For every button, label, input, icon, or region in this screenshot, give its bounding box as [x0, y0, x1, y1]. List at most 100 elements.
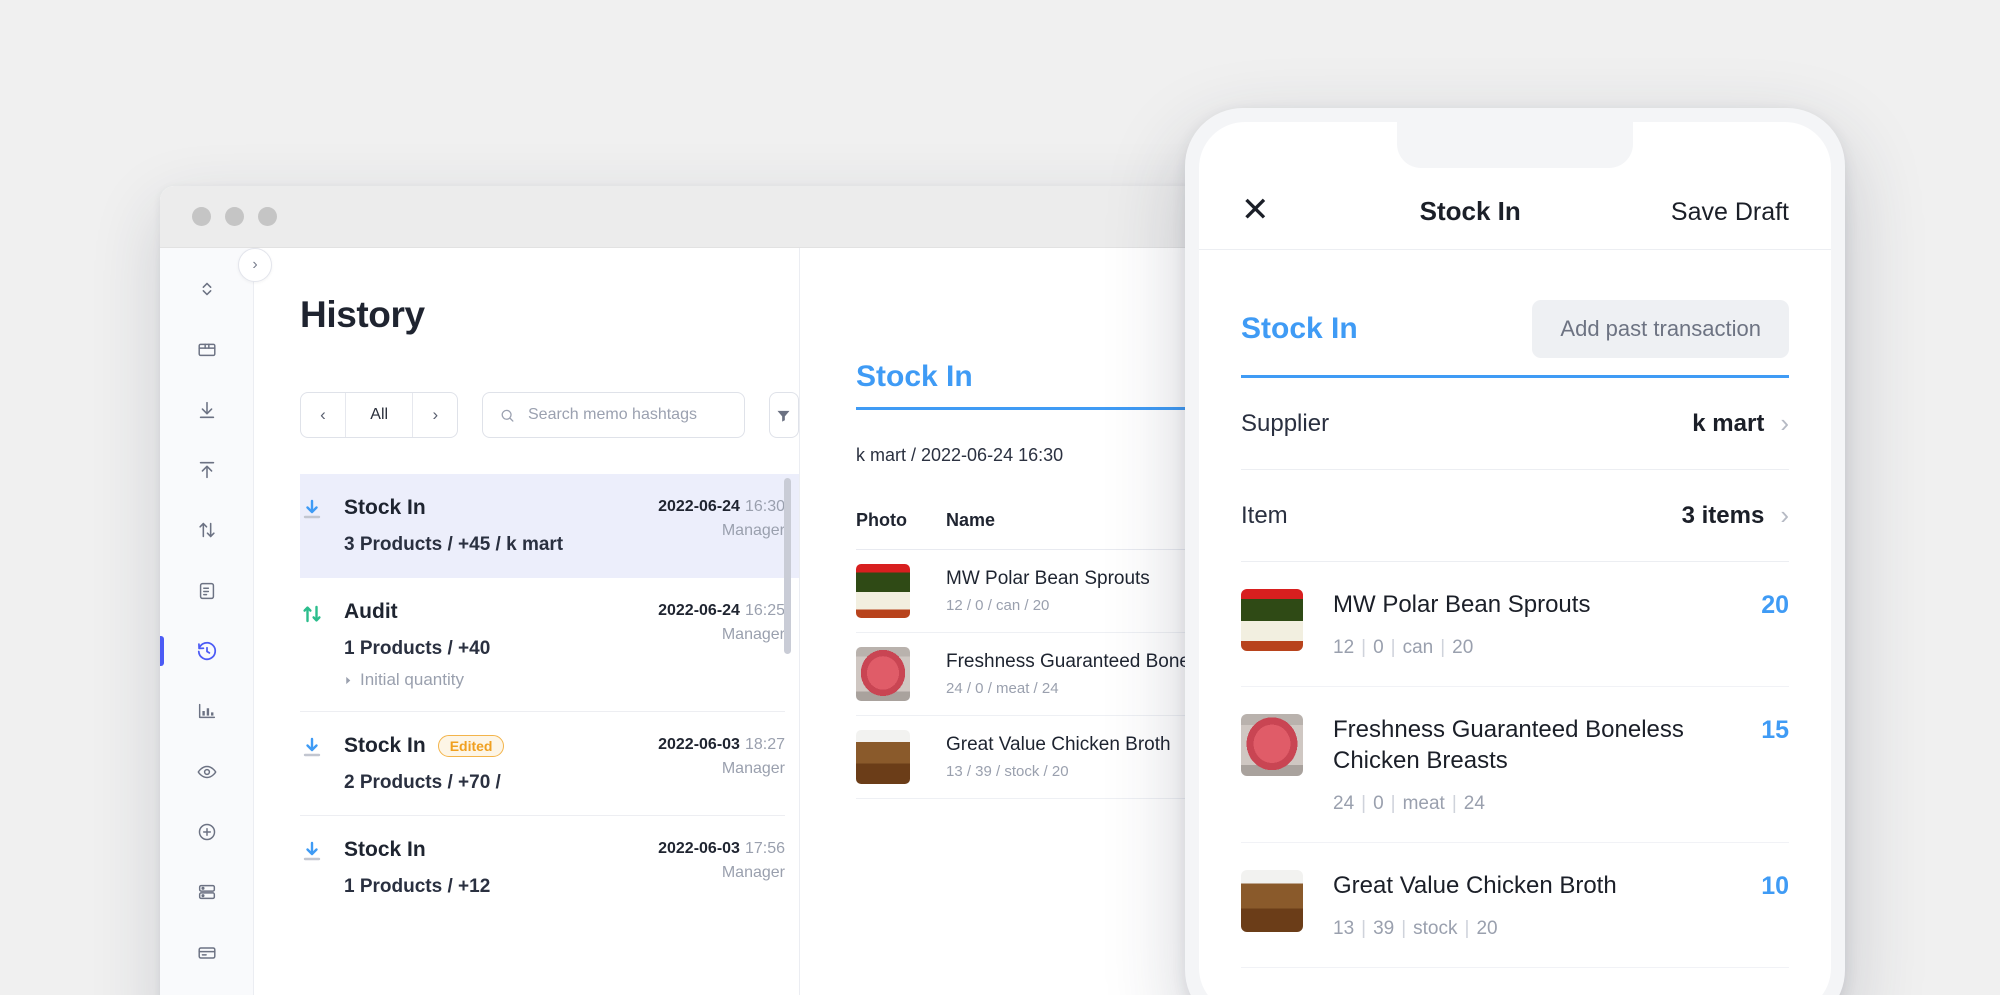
meta-1: 24 — [1333, 793, 1354, 814]
product-meta: 12|0|can|20 — [1333, 637, 1741, 659]
history-row-role: Manager — [658, 626, 785, 644]
meta-4: 20 — [1476, 918, 1497, 939]
product-quantity: 10 — [1761, 870, 1789, 901]
chevron-right-icon: › — [1780, 500, 1789, 531]
sidebar-item-monitoring[interactable] — [160, 749, 254, 795]
item-field-row[interactable]: Item 3 items › — [1241, 470, 1789, 562]
phone-tabs: Stock In Add past transaction — [1241, 300, 1789, 358]
meta-3: can — [1403, 637, 1434, 658]
tab-stock-in[interactable]: Stock In — [1241, 312, 1358, 346]
product-thumbnail — [856, 730, 910, 784]
phone-item-row[interactable]: MW Polar Bean Sprouts 12|0|can|20 20 — [1241, 562, 1789, 687]
window-minimize-dot[interactable] — [225, 207, 244, 226]
history-scrollbar-thumb[interactable] — [784, 478, 791, 654]
product-quantity: 15 — [1761, 714, 1789, 745]
sidebar-item-history[interactable] — [160, 628, 254, 674]
product-meta: 13|39|stock|20 — [1333, 918, 1741, 940]
arrow-down-line-icon — [196, 399, 218, 421]
product-name: Great Value Chicken Broth — [1333, 870, 1741, 902]
period-pager: ‹ All › — [300, 392, 458, 438]
meta-3: stock — [1413, 918, 1457, 939]
history-row[interactable]: Stock In 3 Products / +45 / k mart 2022-… — [300, 474, 799, 578]
supplier-field-row[interactable]: Supplier k mart › — [1241, 378, 1789, 470]
supplier-label: Supplier — [1241, 410, 1329, 438]
search-box — [482, 392, 745, 438]
product-meta: 12 / 0 / can / 20 — [946, 597, 1150, 614]
sidebar-item-transfer[interactable] — [160, 507, 254, 553]
stock-in-icon — [300, 734, 344, 765]
sidebar-item-settings[interactable] — [160, 990, 254, 995]
history-row-date: 2022-06-03 18:27 — [658, 736, 785, 754]
history-row[interactable]: Stock In Edited 2 Products / +70 / 2022-… — [300, 712, 799, 816]
chevron-right-icon: › — [1780, 408, 1789, 439]
window-close-dot[interactable] — [192, 207, 211, 226]
meta-3: meat — [1403, 793, 1445, 814]
pager-current-label[interactable]: All — [345, 393, 413, 437]
history-row-date-value: 2022-06-24 — [658, 498, 740, 515]
product-thumbnail — [1241, 714, 1303, 776]
search-icon — [499, 406, 516, 425]
item-value: 3 items — [1682, 502, 1765, 530]
product-name: Great Value Chicken Broth — [946, 734, 1171, 756]
chevron-right-icon — [344, 676, 353, 685]
save-draft-button[interactable]: Save Draft — [1671, 198, 1789, 227]
history-toolbar: ‹ All › — [300, 392, 799, 438]
phone-item-row[interactable]: Great Value Chicken Broth 13|39|stock|20… — [1241, 843, 1789, 968]
history-row-time-value: 18:27 — [745, 736, 785, 753]
close-icon[interactable]: ✕ — [1241, 193, 1270, 227]
product-thumbnail — [1241, 589, 1303, 651]
history-row-extra-label: Initial quantity — [360, 670, 464, 690]
history-row-time-value: 16:25 — [745, 602, 785, 619]
sidebar-item-documents[interactable] — [160, 568, 254, 614]
history-row-role: Manager — [658, 864, 785, 882]
product-name: Freshness Guaranteed Bonele — [946, 651, 1205, 673]
meta-1: 12 — [1333, 637, 1354, 658]
sidebar-rail — [160, 248, 254, 995]
list-doc-icon — [196, 580, 218, 602]
product-name: MW Polar Bean Sprouts — [1333, 589, 1741, 621]
sidebar-item-inventory[interactable] — [160, 326, 254, 372]
sidebar-item-cards[interactable] — [160, 930, 254, 976]
history-row-summary: 2 Products / +70 / — [344, 772, 658, 794]
arrows-up-down-icon — [196, 519, 218, 541]
history-row[interactable]: Stock In 1 Products / +12 2022-06-0317:5… — [300, 816, 799, 920]
meta-2: 0 — [1373, 637, 1384, 658]
pager-next-button[interactable]: › — [413, 393, 457, 437]
sidebar-item-database[interactable] — [160, 869, 254, 915]
meta-4: 20 — [1452, 637, 1473, 658]
sidebar-collapse-label: › — [252, 256, 257, 274]
sidebar-item-stock-in[interactable] — [160, 387, 254, 433]
history-row-type: Audit — [344, 600, 398, 624]
history-row-extra-toggle[interactable]: Initial quantity — [344, 670, 658, 690]
sidebar-item-analytics[interactable] — [160, 688, 254, 734]
history-list: Stock In 3 Products / +45 / k mart 2022-… — [300, 474, 799, 920]
history-row-type: Stock In — [344, 496, 426, 520]
eye-icon — [196, 761, 218, 783]
pager-prev-button[interactable]: ‹ — [301, 393, 345, 437]
page-title: History — [300, 294, 799, 336]
phone-nav-title: Stock In — [1420, 196, 1521, 227]
sidebar-item-stock-out[interactable] — [160, 447, 254, 493]
window-maximize-dot[interactable] — [258, 207, 277, 226]
screenshot-root: › History ‹ All › — [0, 0, 2000, 995]
filter-icon — [775, 407, 792, 424]
sidebar-item-add[interactable] — [160, 809, 254, 855]
card-icon — [196, 942, 218, 964]
add-past-transaction-button[interactable]: Add past transaction — [1532, 300, 1789, 358]
sidebar-collapse-button[interactable]: › — [238, 248, 272, 282]
filter-button[interactable] — [769, 392, 799, 438]
meta-2: 39 — [1373, 918, 1394, 939]
product-quantity: 20 — [1761, 589, 1789, 620]
bar-chart-icon — [196, 700, 218, 722]
stock-in-icon — [300, 496, 344, 527]
item-label: Item — [1241, 502, 1288, 530]
history-row[interactable]: Audit 1 Products / +40 Initial quantity — [300, 578, 799, 712]
search-input[interactable] — [528, 406, 728, 424]
product-name: Freshness Guaranteed Boneless Chicken Br… — [1333, 714, 1741, 777]
history-scrollbar[interactable] — [788, 474, 795, 894]
history-row-type: Stock In — [344, 838, 426, 862]
phone-item-row[interactable]: Freshness Guaranteed Boneless Chicken Br… — [1241, 687, 1789, 843]
history-row-date-value: 2022-06-03 — [658, 736, 740, 753]
phone-screen: ✕ Stock In Save Draft Stock In Add past … — [1199, 122, 1831, 995]
history-row-date: 2022-06-0317:56 — [658, 840, 785, 858]
